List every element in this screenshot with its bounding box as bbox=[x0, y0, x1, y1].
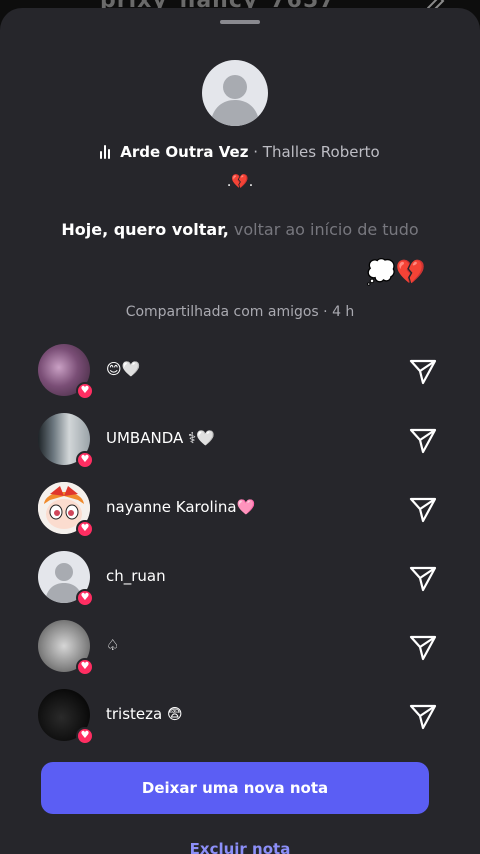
song-title: Arde Outra Vez bbox=[120, 143, 249, 161]
liker-name[interactable]: tristeza 😨 bbox=[106, 705, 183, 723]
send-icon[interactable] bbox=[408, 494, 438, 524]
note-lyrics: Hoje, quero voltar, voltar ao início de … bbox=[60, 218, 420, 241]
heart-icon: ♥ bbox=[76, 727, 94, 745]
send-icon[interactable] bbox=[408, 425, 438, 455]
heart-icon: ♥ bbox=[76, 589, 94, 607]
note-emoji-caption: .💔. bbox=[226, 174, 254, 190]
liker-name[interactable]: UMBANDA ⚕🤍 bbox=[106, 429, 215, 447]
song-artist: Thalles Roberto bbox=[262, 143, 380, 161]
list-item[interactable]: ♥ ♤ bbox=[0, 616, 480, 685]
heart-icon: ♥ bbox=[76, 451, 94, 469]
lyric-rest: voltar ao início de tudo bbox=[233, 220, 419, 239]
heart-icon: ♥ bbox=[76, 520, 94, 538]
music-separator: · bbox=[253, 143, 259, 161]
audio-bars-icon bbox=[100, 145, 112, 163]
delete-note-button[interactable]: Excluir nota bbox=[0, 840, 480, 854]
note-music-row[interactable]: Arde Outra Vez · Thalles Roberto bbox=[0, 143, 480, 163]
list-item[interactable]: ♥ UMBANDA ⚕🤍 bbox=[0, 409, 480, 478]
liker-name[interactable]: ♤ bbox=[106, 636, 119, 654]
liker-name[interactable]: 😊🤍 bbox=[106, 360, 140, 378]
shared-status: Compartilhada com amigos · 4 h bbox=[125, 304, 355, 320]
new-note-button[interactable]: Deixar uma nova nota bbox=[41, 762, 429, 814]
heart-icon: ♥ bbox=[76, 382, 94, 400]
send-icon[interactable] bbox=[408, 701, 438, 731]
likes-list: ♥ 😊🤍 ♥ UMBANDA ⚕🤍 ♥ nayanne Karolina🩷 ♥ … bbox=[0, 340, 480, 754]
default-avatar-icon bbox=[210, 75, 260, 126]
list-item[interactable]: ♥ nayanne Karolina🩷 bbox=[0, 478, 480, 547]
send-icon[interactable] bbox=[408, 356, 438, 386]
list-item[interactable]: ♥ ch_ruan bbox=[0, 547, 480, 616]
drag-handle[interactable] bbox=[220, 20, 260, 24]
send-icon[interactable] bbox=[408, 632, 438, 662]
liker-name[interactable]: nayanne Karolina🩷 bbox=[106, 498, 255, 516]
heart-icon: ♥ bbox=[76, 658, 94, 676]
liker-name[interactable]: ch_ruan bbox=[106, 567, 166, 585]
note-owner-avatar bbox=[202, 60, 268, 126]
send-icon[interactable] bbox=[408, 563, 438, 593]
note-bottom-sheet: Arde Outra Vez · Thalles Roberto .💔. Hoj… bbox=[0, 8, 480, 854]
lyric-highlight: Hoje, quero voltar, bbox=[61, 220, 229, 239]
note-reaction-emojis: 💭💔 bbox=[366, 258, 426, 286]
list-item[interactable]: ♥ tristeza 😨 bbox=[0, 685, 480, 754]
list-item[interactable]: ♥ 😊🤍 bbox=[0, 340, 480, 409]
